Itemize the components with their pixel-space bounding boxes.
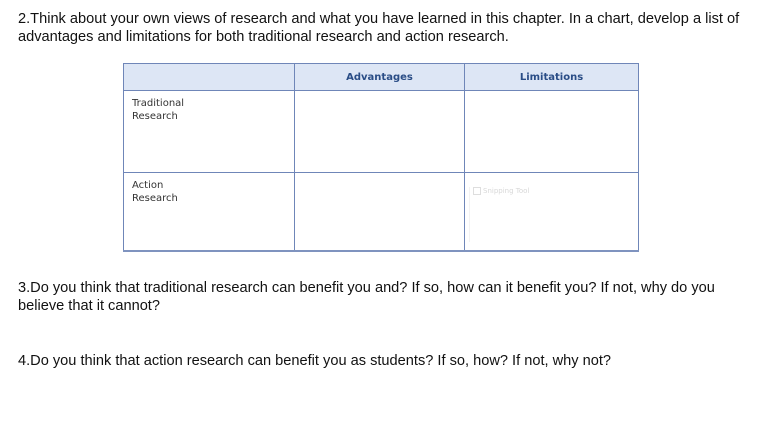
table-row-action-research: Action Research Snipping Tool [123,172,639,252]
row-label-line: Research [132,111,178,122]
faded-snipping-tool-overlay: Snipping Tool [469,187,569,242]
cell-action-advantages [294,172,465,252]
row-label-line: Research [132,193,178,204]
header-advantages: Advantages [294,63,465,91]
row-label-traditional-research: Traditional Research [123,90,295,173]
question-3: 3.Do you think that traditional research… [18,280,715,314]
cell-traditional-advantages [294,90,465,173]
chart-header-row: Advantages Limitations [123,63,639,91]
advantages-limitations-chart: Advantages Limitations Traditional Resea… [123,63,639,252]
scissors-icon [473,187,481,195]
header-corner-cell [123,63,295,91]
question-2: 2.Think about your own views of research… [18,11,740,45]
row-label-line: Traditional [132,98,185,109]
table-row-traditional-research: Traditional Research [123,90,639,173]
cell-action-limitations: Snipping Tool [464,172,639,252]
cell-traditional-limitations [464,90,639,173]
header-limitations: Limitations [464,63,639,91]
question-4: 4.Do you think that action research can … [18,353,612,369]
faded-overlay-text: Snipping Tool [483,187,530,195]
row-label-line: Action [132,180,164,191]
row-label-action-research: Action Research [123,172,295,252]
